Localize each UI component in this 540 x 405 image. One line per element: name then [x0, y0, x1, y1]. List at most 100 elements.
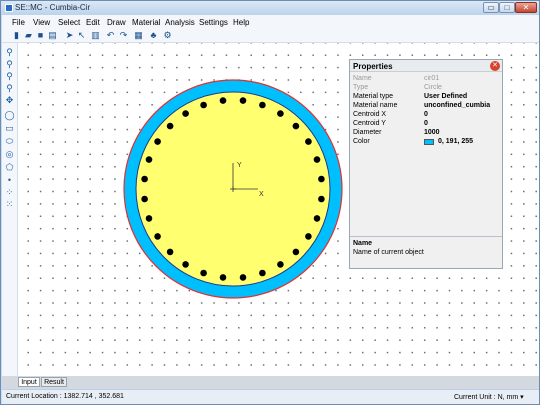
prop-value: 1000 [424, 129, 440, 136]
rebar-dot[interactable] [292, 248, 300, 256]
prop-row-diameter[interactable]: Diameter 1000 [352, 129, 501, 137]
rebar-dot[interactable] [219, 97, 227, 104]
circle-points-icon[interactable]: ⁘ [4, 187, 15, 198]
point-icon[interactable]: • [4, 175, 15, 186]
prop-value: 0 [424, 111, 428, 118]
menu-draw[interactable]: Draw [107, 18, 126, 27]
rebar-dot[interactable] [318, 175, 325, 183]
calculator-icon[interactable]: ▦ [133, 30, 144, 41]
undo-icon[interactable]: ↶ [105, 30, 116, 41]
rebar-dot[interactable] [305, 233, 312, 240]
app-window: SE::MC - Cumbia-Cir ▭ □ ✕ File View Sele… [0, 0, 540, 405]
menu-edit[interactable]: Edit [86, 18, 100, 27]
prop-key: Centroid Y [353, 120, 386, 127]
prop-key: Diameter [353, 129, 382, 136]
rebar-dot[interactable] [141, 195, 148, 203]
zoom-out-icon[interactable]: ⚲ [4, 59, 15, 70]
prop-key: Color [353, 138, 370, 145]
zoom-fit-icon[interactable]: ⚲ [4, 83, 15, 94]
menu-settings[interactable]: Settings [199, 18, 228, 27]
prop-value: Circle [424, 84, 442, 91]
rectangle-icon[interactable]: ▭ [4, 123, 15, 134]
rebar-dot[interactable] [277, 110, 284, 117]
rebar-dot[interactable] [259, 269, 266, 277]
minimize-button[interactable]: ▭ [483, 2, 499, 13]
delete-icon[interactable]: ▥ [90, 30, 101, 41]
menu-analysis[interactable]: Analysis [165, 18, 195, 27]
rebar-dot[interactable] [259, 101, 266, 109]
prop-row-type[interactable]: Type Circle [352, 84, 501, 92]
rebar-dot[interactable] [219, 274, 227, 281]
rebar-dot[interactable] [200, 101, 207, 109]
unit-selector[interactable]: Current Unit : N, mm ▾ [454, 393, 524, 401]
menu-select[interactable]: Select [58, 18, 80, 27]
zoom-in-icon[interactable]: ⚲ [4, 47, 15, 58]
select-arrow-icon[interactable]: ➤ [64, 30, 75, 41]
rebar-dot[interactable] [154, 233, 161, 240]
prop-key: Centroid X [353, 111, 387, 118]
prop-row-name[interactable]: Name cir01 [352, 75, 501, 83]
rebar-dot[interactable] [182, 110, 189, 117]
rebar-dot[interactable] [145, 215, 153, 222]
rebar-dot[interactable] [166, 122, 174, 130]
prop-row-material-name[interactable]: Material name unconfined_cumbia [352, 102, 501, 110]
rebar-dot[interactable] [239, 274, 247, 281]
rebar-dot[interactable] [182, 261, 189, 268]
zoom-window-icon[interactable]: ⚲ [4, 71, 15, 82]
axis-x-label: X [259, 191, 264, 198]
rebar-dot[interactable] [313, 156, 321, 163]
prop-row-centroid-x[interactable]: Centroid X 0 [352, 111, 501, 119]
settings-icon[interactable]: ⚙ [162, 30, 173, 41]
rebar-dot[interactable] [313, 215, 321, 222]
rebar-dot[interactable] [239, 97, 247, 104]
rebar-dot[interactable] [154, 138, 161, 145]
open-icon[interactable]: ▰ [23, 30, 34, 41]
color-swatch[interactable] [424, 139, 434, 145]
pan-icon[interactable]: ✥ [4, 95, 15, 106]
prop-value: unconfined_cumbia [424, 102, 491, 109]
rebar-dot[interactable] [305, 138, 312, 145]
prop-row-material-type[interactable]: Material type User Defined [352, 93, 501, 101]
tab-result[interactable]: Result [41, 377, 67, 387]
rebar-dot[interactable] [277, 261, 284, 268]
rebar-dot[interactable] [166, 248, 174, 256]
save-icon[interactable]: ■ [35, 30, 46, 41]
properties-close-button[interactable]: ✕ [490, 61, 500, 71]
maximize-button[interactable]: □ [499, 2, 515, 13]
prop-row-centroid-y[interactable]: Centroid Y 0 [352, 120, 501, 128]
ellipse-icon[interactable]: ⬭ [4, 136, 15, 147]
properties-panel: Properties ✕ Name cir01 Type Circle Mate… [349, 59, 503, 269]
menu-help[interactable]: Help [233, 18, 249, 27]
close-button[interactable]: ✕ [515, 2, 537, 13]
rebar-dot[interactable] [292, 122, 300, 130]
menu-file[interactable]: File [12, 18, 25, 27]
description-title: Name [353, 240, 373, 247]
polygon-icon[interactable]: ⬠ [4, 162, 15, 173]
title-bar: SE::MC - Cumbia-Cir ▭ □ ✕ [1, 1, 539, 15]
window-title: SE::MC - Cumbia-Cir [15, 3, 91, 12]
rect-points-icon[interactable]: ⁙ [4, 199, 15, 210]
new-icon[interactable]: ▮ [11, 30, 22, 41]
menu-bar: File View Select Edit Draw Material Anal… [2, 15, 539, 29]
prop-row-color[interactable]: Color 0, 191, 255 [352, 138, 501, 146]
prop-key: Material type [353, 93, 394, 100]
rebar-dot[interactable] [145, 156, 153, 163]
print-icon[interactable]: ▤ [47, 30, 58, 41]
circle-icon[interactable]: ◯ [4, 110, 15, 121]
tab-input[interactable]: Input [18, 377, 40, 387]
rebar-dot[interactable] [141, 175, 148, 183]
menu-view[interactable]: View [33, 18, 50, 27]
tool-palette: ⚲ ⚲ ⚲ ⚲ ✥ ◯ ▭ ⬭ ◎ ⬠ • ⁘ ⁙ [2, 43, 18, 376]
prop-key: Name [353, 75, 372, 82]
menu-material[interactable]: Material [132, 18, 160, 27]
axis-y-label: Y [237, 162, 242, 169]
redo-icon[interactable]: ↷ [118, 30, 129, 41]
tab-strip: Input Result [2, 376, 539, 388]
tree-icon[interactable]: ♣ [148, 30, 159, 41]
rebar-dot[interactable] [200, 269, 207, 277]
ring-icon[interactable]: ◎ [4, 149, 15, 160]
rebar-dot[interactable] [318, 195, 325, 203]
properties-title: Properties [353, 62, 393, 71]
select-region-icon[interactable]: ↖ [76, 30, 87, 41]
toolbar: ▮ ▰ ■ ▤ ➤ ↖ ▥ ↶ ↷ ▦ ♣ ⚙ [2, 29, 539, 43]
